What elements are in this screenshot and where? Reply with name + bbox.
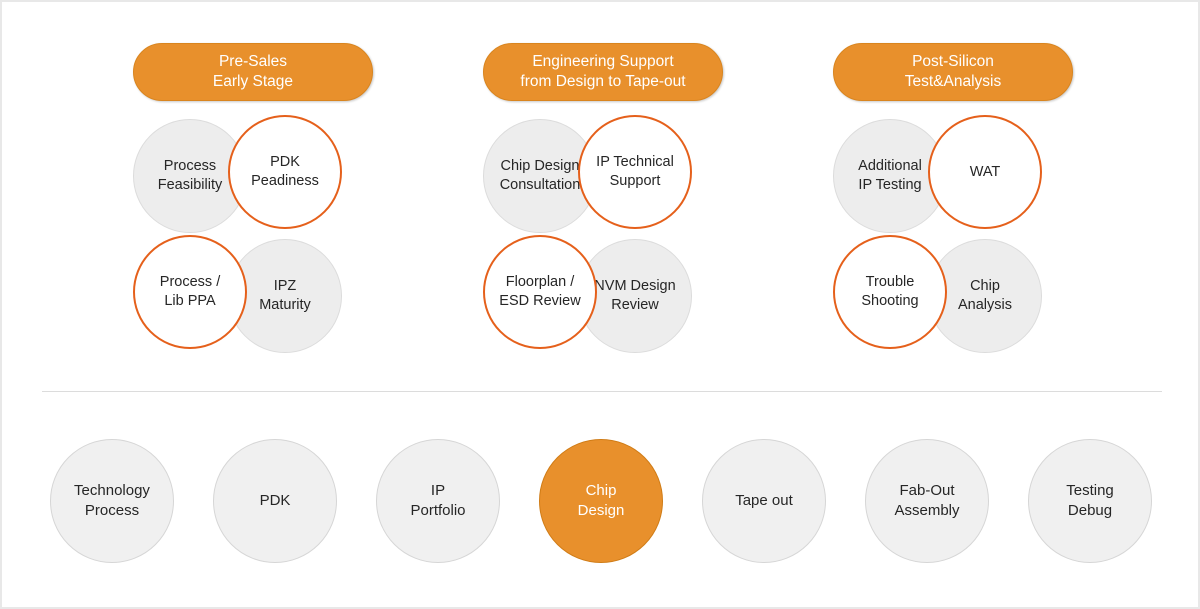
- service-bubble-line1: IPZ: [273, 278, 297, 294]
- service-bubble-line1: Additional: [858, 158, 922, 174]
- service-bubble-line2: ESD Review: [499, 293, 581, 309]
- flow-step-line1: Fab-Out: [899, 482, 955, 499]
- flow-step[interactable]: Chip Design: [539, 439, 663, 563]
- service-bubble-line1: PDK: [270, 154, 300, 170]
- service-bubble-line2: Maturity: [259, 297, 311, 313]
- service-bubble-line1: IP Technical: [596, 154, 674, 170]
- service-bubble-line1: Chip: [970, 278, 1000, 294]
- flow-step-line1: Technology: [74, 482, 150, 499]
- flow-step-line1: Tape out: [735, 492, 793, 509]
- service-bubble-line2: Support: [609, 173, 661, 189]
- service-bubble[interactable]: Process / Lib PPA: [133, 235, 247, 349]
- flow-step-line1: PDK: [259, 492, 291, 509]
- diagram-canvas: Pre-Sales Early Stage Process Feasibility PD…: [0, 0, 1200, 609]
- flow-step[interactable]: Fab-Out Assembly: [865, 439, 989, 563]
- service-bubble-line1: Floorplan /: [505, 274, 575, 290]
- service-bubble-line2: Consultation: [499, 177, 581, 193]
- service-bubble[interactable]: WAT: [928, 115, 1042, 229]
- flow-step-line1: Testing: [1066, 482, 1114, 499]
- service-bubble-line2: Lib PPA: [164, 293, 216, 309]
- service-bubble-line1: WAT: [969, 163, 1001, 180]
- flow-step-line1: Chip: [585, 482, 617, 499]
- service-bubble-line1: Chip Design: [500, 158, 580, 174]
- service-bubble[interactable]: PDK Peadiness: [228, 115, 342, 229]
- service-bubble-line2: IP Testing: [858, 177, 922, 193]
- flow-step[interactable]: Technology Process: [50, 439, 174, 563]
- flow-step-line2: Process: [84, 502, 140, 519]
- flow-step-line2: Portfolio: [410, 502, 466, 519]
- flow-step-line2: Debug: [1067, 502, 1113, 519]
- flow-step[interactable]: PDK: [213, 439, 337, 563]
- service-bubble-line2: Review: [611, 297, 659, 313]
- service-bubble-line2: Feasibility: [157, 177, 223, 193]
- flow-step-line1: IP: [430, 482, 446, 499]
- flow-step[interactable]: Tape out: [702, 439, 826, 563]
- service-bubble[interactable]: Floorplan / ESD Review: [483, 235, 597, 349]
- service-bubble-line2: Analysis: [958, 297, 1012, 313]
- service-bubble[interactable]: IP Technical Support: [578, 115, 692, 229]
- service-bubble-line1: NVM Design: [594, 278, 676, 294]
- flow-step-circle: Testing Debug: [1028, 439, 1152, 563]
- flow-step[interactable]: Testing Debug: [1028, 439, 1152, 563]
- flow-step-circle: Fab-Out Assembly: [865, 439, 989, 563]
- service-bubble-line1: Process: [163, 158, 217, 174]
- service-bubble[interactable]: Trouble Shooting: [833, 235, 947, 349]
- flow-step-circle: PDK: [213, 439, 337, 563]
- flow-step-circle: IP Portfolio: [376, 439, 500, 563]
- service-bubble-line1: Process /: [159, 274, 221, 290]
- service-bubble-line2: Peadiness: [251, 173, 319, 189]
- flow-step-circle: Chip Design: [539, 439, 663, 563]
- flow-step-line2: Assembly: [894, 502, 960, 519]
- service-bubble-line2: Shooting: [861, 293, 919, 309]
- flow-step-circle: Tape out: [702, 439, 826, 563]
- service-bubble-line1: Trouble: [865, 274, 915, 290]
- flow-step-line2: Design: [577, 502, 625, 519]
- flow-step-circle: Technology Process: [50, 439, 174, 563]
- flow-step[interactable]: IP Portfolio: [376, 439, 500, 563]
